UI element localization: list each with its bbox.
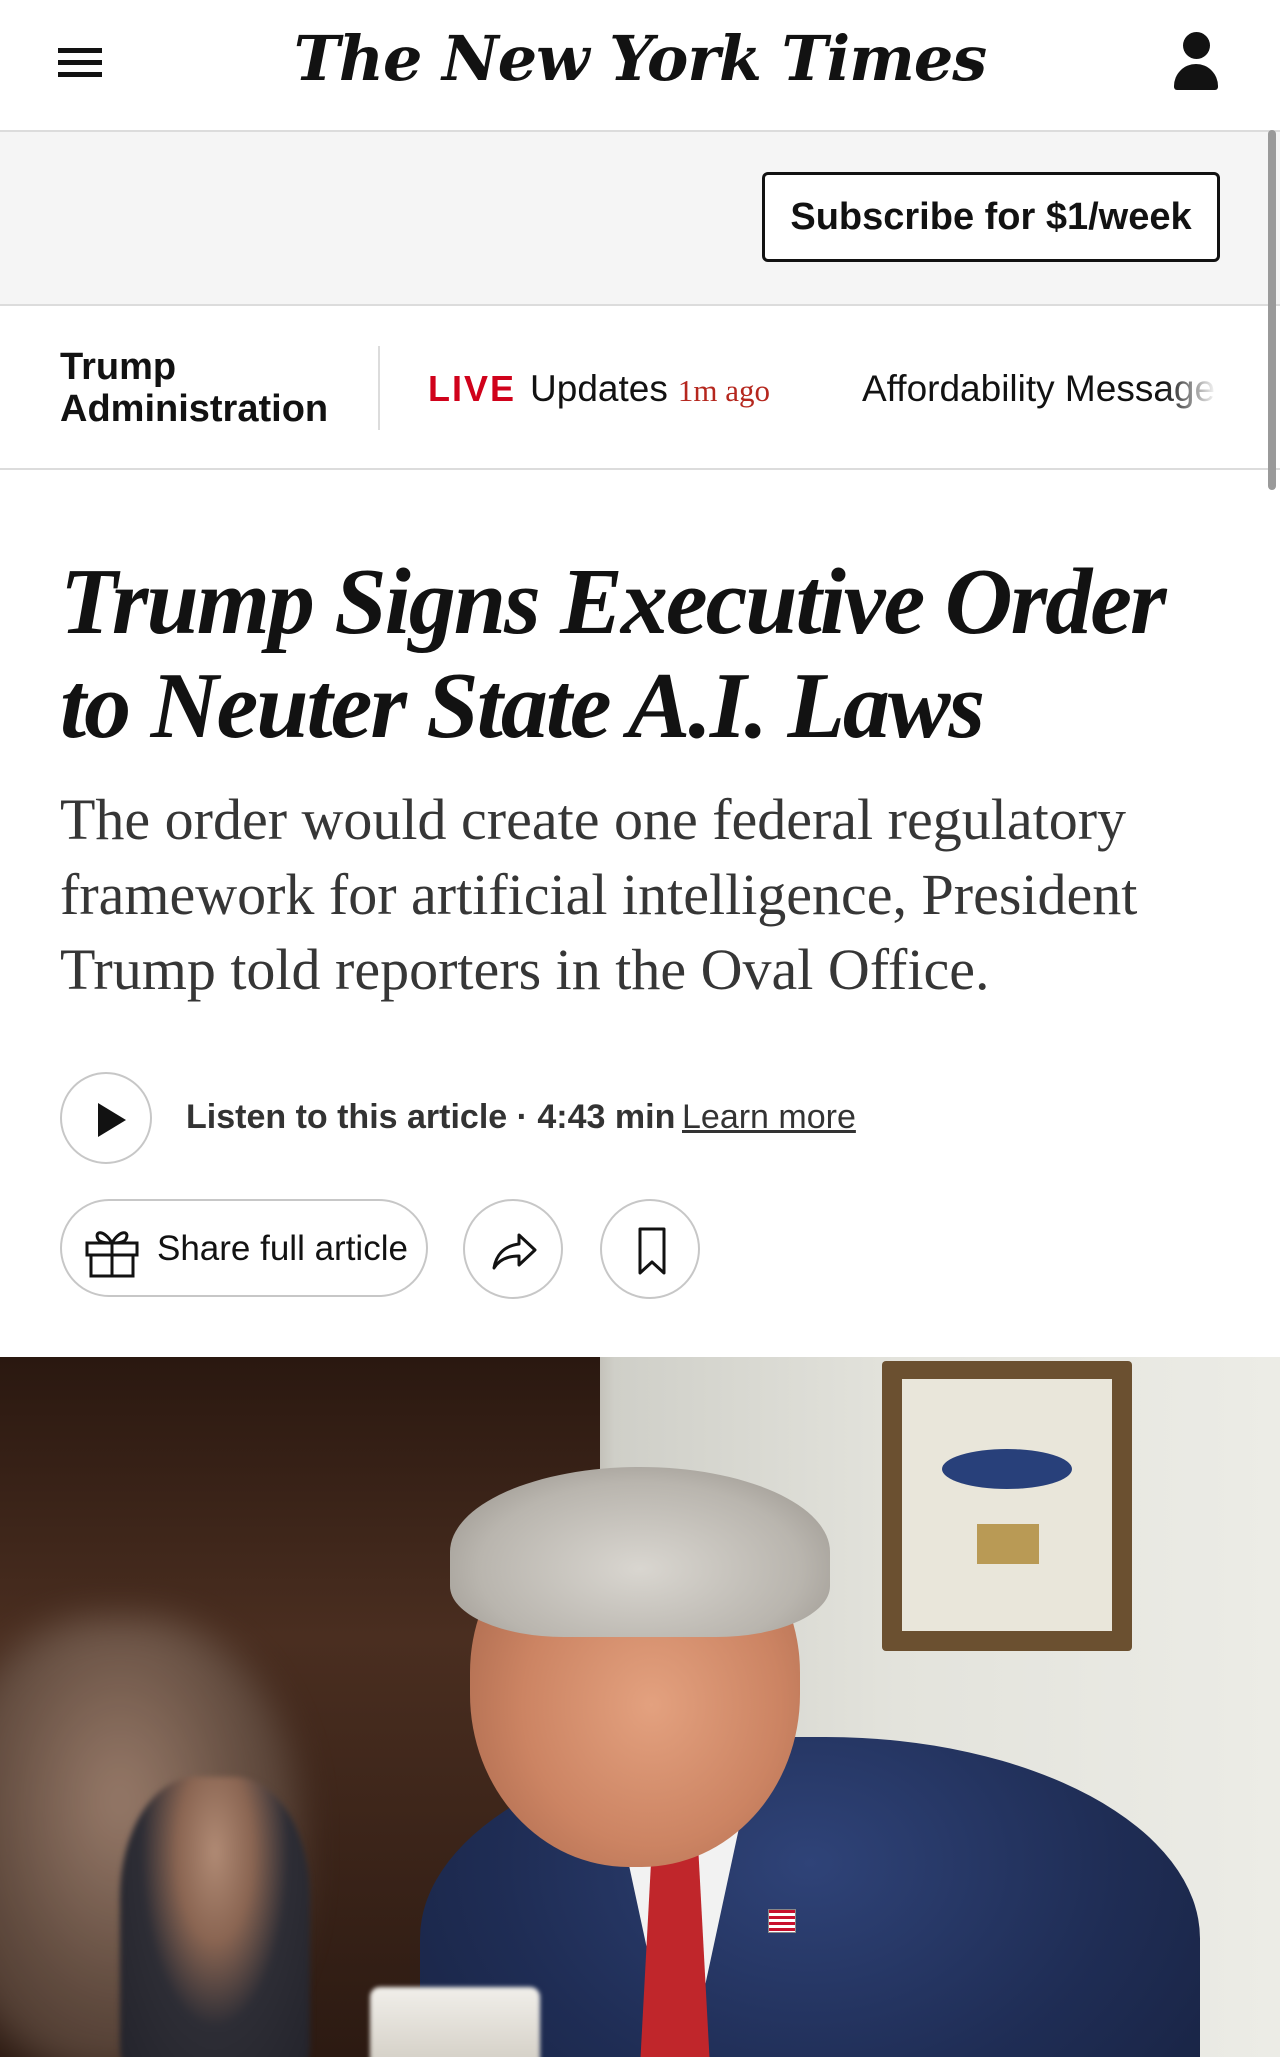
- play-audio-button[interactable]: [60, 1072, 152, 1164]
- photo-foreground-cup: [370, 1987, 540, 2057]
- flag-pin: [768, 1909, 796, 1933]
- photo-background-person: [120, 1777, 310, 2057]
- site-header: The New York Times: [0, 0, 1280, 132]
- user-account-icon[interactable]: [1172, 30, 1220, 92]
- subscribe-button[interactable]: Subscribe for $1/week: [762, 172, 1220, 262]
- bookmark-icon: [638, 1227, 666, 1275]
- play-icon: [98, 1103, 126, 1137]
- live-updates-timestamp: 1m ago: [677, 373, 770, 408]
- section-title[interactable]: Trump Administration: [60, 346, 340, 430]
- listen-duration-text: Listen to this article · 4:43 min: [186, 1098, 676, 1136]
- share-arrow-icon: [492, 1233, 537, 1270]
- live-badge: LIVE: [428, 368, 517, 409]
- live-updates-link[interactable]: LIVE Updates 1m ago: [428, 368, 770, 410]
- photo-wall-frame: [882, 1361, 1132, 1651]
- subscribe-bar: Subscribe for $1/week: [0, 132, 1280, 306]
- section-title-text: Trump Administration: [60, 346, 329, 430]
- article-headline: Trump Signs Executive Order to Neuter St…: [60, 550, 1167, 758]
- article-lead-photo: [0, 1357, 1280, 2057]
- nav-divider: [378, 346, 380, 430]
- share-full-article-button[interactable]: Share full article: [60, 1199, 428, 1297]
- affordability-message-link[interactable]: Affordability Message: [862, 368, 1217, 410]
- photo-frame-inner: [902, 1379, 1112, 1631]
- nyt-logo[interactable]: The New York Times: [0, 22, 1280, 95]
- account-icon-head: [1183, 32, 1210, 59]
- photo-frame-emblem: [942, 1449, 1072, 1489]
- photo-frame-plaque: [977, 1524, 1039, 1564]
- scrollbar-thumb[interactable]: [1268, 130, 1276, 490]
- section-nav: Trump Administration LIVE Updates 1m ago A…: [0, 306, 1280, 470]
- article-summary: The order would create one federal regul…: [60, 787, 1138, 1002]
- photo-subject-hair: [450, 1467, 830, 1637]
- save-bookmark-button[interactable]: [600, 1199, 700, 1299]
- gift-icon: [84, 1225, 140, 1284]
- share-button[interactable]: [463, 1199, 563, 1299]
- account-icon-body: [1174, 64, 1218, 90]
- learn-more-link[interactable]: Learn more: [682, 1098, 856, 1137]
- share-full-article-label: Share full article: [157, 1229, 408, 1268]
- live-updates-title: Updates: [530, 368, 668, 409]
